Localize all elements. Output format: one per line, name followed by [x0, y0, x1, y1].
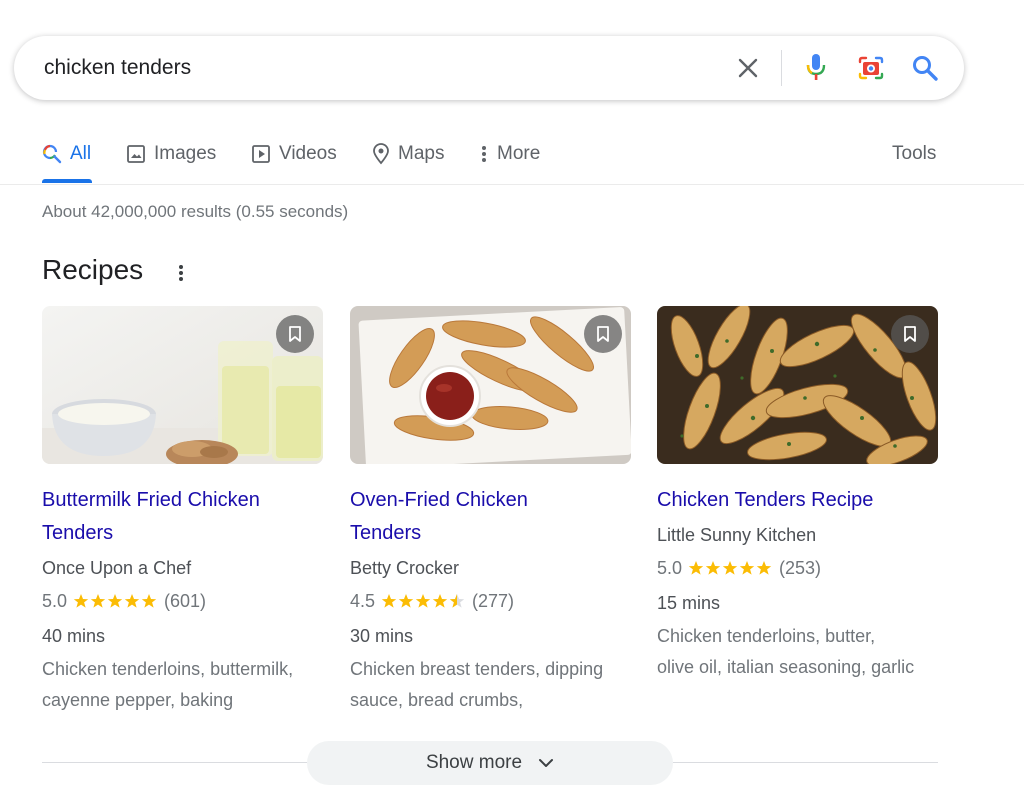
- tab-all[interactable]: All: [42, 142, 91, 166]
- clear-icon[interactable]: [736, 56, 760, 80]
- map-pin-icon: [373, 143, 389, 165]
- tab-more-label: More: [497, 143, 541, 164]
- recipe-rating: 5.0 (601): [42, 584, 324, 618]
- recipe-image[interactable]: [350, 306, 631, 464]
- bookmark-icon: [904, 326, 916, 342]
- star-icon: [432, 594, 448, 608]
- search-icon[interactable]: [911, 54, 939, 82]
- bookmark-icon: [597, 326, 609, 342]
- star-icon: [90, 594, 106, 608]
- divider-left: [42, 762, 307, 763]
- star-icon: [415, 594, 431, 608]
- divider-right: [673, 762, 938, 763]
- star-rating: [381, 593, 466, 609]
- recipe-rating: 4.5 (277): [350, 584, 632, 618]
- save-recipe-button[interactable]: [584, 315, 622, 353]
- recipe-source: Once Upon a Chef: [42, 558, 192, 578]
- star-icon: [756, 561, 772, 575]
- star-icon: [722, 561, 738, 575]
- review-count: (253): [779, 558, 822, 578]
- more-vertical-icon: [482, 146, 486, 162]
- recipe-image[interactable]: [42, 306, 323, 464]
- recipe-card[interactable]: Buttermilk Fried Chicken Tenders Once Up…: [42, 306, 324, 716]
- recipe-image[interactable]: [657, 306, 938, 464]
- more-vertical-icon[interactable]: [172, 262, 190, 284]
- star-icon: [449, 594, 465, 608]
- tab-maps-label: Maps: [398, 143, 445, 164]
- recipe-title-link[interactable]: Buttermilk Fried Chicken Tenders: [42, 484, 324, 550]
- bookmark-icon: [289, 326, 301, 342]
- save-recipe-button[interactable]: [891, 315, 929, 353]
- tab-all-label: All: [70, 143, 92, 164]
- search-input[interactable]: chicken tenders: [44, 56, 191, 80]
- recipe-title-link[interactable]: Chicken Tenders Recipe: [657, 484, 939, 517]
- image-icon: [127, 145, 145, 163]
- review-count: (601): [164, 591, 207, 611]
- recipe-source: Little Sunny Kitchen: [657, 525, 817, 545]
- recipe-time: 30 mins: [350, 626, 414, 646]
- tab-images[interactable]: Images: [126, 142, 216, 166]
- recipe-source: Betty Crocker: [350, 558, 460, 578]
- result-stats: About 42,000,000 results (0.55 seconds): [42, 202, 349, 221]
- star-icon: [705, 561, 721, 575]
- search-icon: [42, 144, 62, 164]
- recipe-ingredients: Chicken tenderloins, butter, olive oil, …: [657, 626, 915, 677]
- recipe-rating: 5.0 (253): [657, 551, 939, 585]
- review-count: (277): [472, 591, 515, 611]
- star-rating: [688, 560, 773, 576]
- tab-tools-label: Tools: [892, 143, 937, 164]
- active-tab-indicator: [42, 179, 92, 183]
- star-icon: [73, 594, 89, 608]
- recipe-ingredients: Chicken breast tenders, dipping sauce, b…: [350, 659, 604, 710]
- rating-value: 5.0: [657, 558, 683, 578]
- tab-tools[interactable]: Tools: [892, 142, 936, 166]
- tab-videos[interactable]: Videos: [251, 142, 337, 166]
- recipe-card[interactable]: Chicken Tenders Recipe Little Sunny Kitc…: [657, 306, 939, 683]
- star-rating: [73, 593, 158, 609]
- search-divider: [781, 50, 782, 86]
- show-more-label: Show more: [425, 752, 523, 773]
- tab-more[interactable]: More: [479, 142, 540, 166]
- star-icon: [124, 594, 140, 608]
- star-icon: [688, 561, 704, 575]
- star-icon: [398, 594, 414, 608]
- star-icon: [141, 594, 157, 608]
- recipe-card[interactable]: Oven-Fried Chicken Tenders Betty Crocker…: [350, 306, 632, 716]
- star-icon: [739, 561, 755, 575]
- rating-value: 4.5: [350, 591, 376, 611]
- recipes-heading: Recipes: [42, 254, 144, 285]
- save-recipe-button[interactable]: [276, 315, 314, 353]
- recipe-ingredients: Chicken tenderloins, buttermilk, cayenne…: [42, 659, 294, 710]
- show-more-button[interactable]: Show more: [307, 741, 673, 785]
- search-tabs: All Images Videos Maps More Tools: [0, 130, 1024, 185]
- search-bar[interactable]: chicken tenders: [14, 36, 964, 100]
- video-icon: [252, 145, 270, 163]
- tab-videos-label: Videos: [279, 143, 337, 164]
- recipe-title-link[interactable]: Oven-Fried Chicken Tenders: [350, 484, 632, 550]
- star-icon: [107, 594, 123, 608]
- camera-icon[interactable]: [856, 53, 886, 83]
- recipe-time: 40 mins: [42, 626, 106, 646]
- microphone-icon[interactable]: [804, 52, 828, 82]
- rating-value: 5.0: [42, 591, 68, 611]
- tab-images-label: Images: [154, 143, 217, 164]
- tab-maps[interactable]: Maps: [372, 142, 444, 166]
- recipe-time: 15 mins: [657, 593, 721, 613]
- chevron-down-icon: [539, 759, 554, 767]
- star-icon: [381, 594, 397, 608]
